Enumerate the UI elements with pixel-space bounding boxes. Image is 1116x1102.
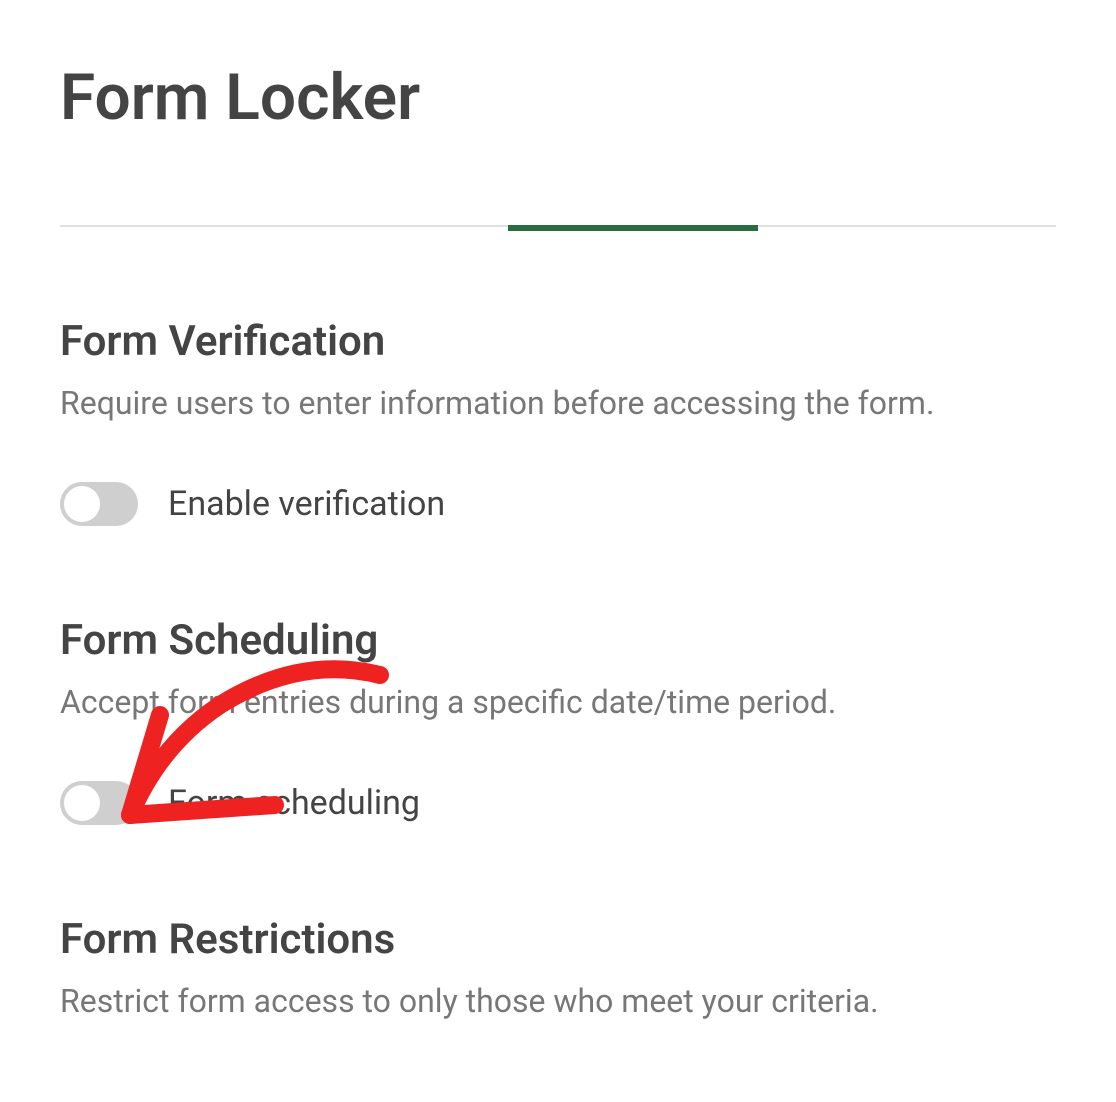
page-title: Form Locker <box>60 60 1056 135</box>
verification-toggle-label: Enable verification <box>168 484 445 524</box>
section-scheduling-desc: Accept form entries during a specific da… <box>60 683 1056 721</box>
section-scheduling-title: Form Scheduling <box>60 616 1056 665</box>
divider <box>60 225 1056 227</box>
section-verification-title: Form Verification <box>60 317 1056 366</box>
verification-toggle-row: Enable verification <box>60 482 1056 526</box>
scheduling-toggle[interactable] <box>60 781 138 825</box>
divider-accent <box>508 225 758 231</box>
verification-toggle[interactable] <box>60 482 138 526</box>
section-verification-desc: Require users to enter information befor… <box>60 384 1056 422</box>
section-restrictions-title: Form Restrictions <box>60 915 1056 964</box>
section-restrictions: Form Restrictions Restrict form access t… <box>60 915 1056 1020</box>
scheduling-toggle-label: Form scheduling <box>168 783 420 823</box>
section-scheduling: Form Scheduling Accept form entries duri… <box>60 616 1056 825</box>
scheduling-toggle-knob <box>64 785 100 821</box>
scheduling-toggle-row: Form scheduling <box>60 781 1056 825</box>
verification-toggle-knob <box>64 486 100 522</box>
section-verification: Form Verification Require users to enter… <box>60 317 1056 526</box>
section-restrictions-desc: Restrict form access to only those who m… <box>60 982 1056 1020</box>
